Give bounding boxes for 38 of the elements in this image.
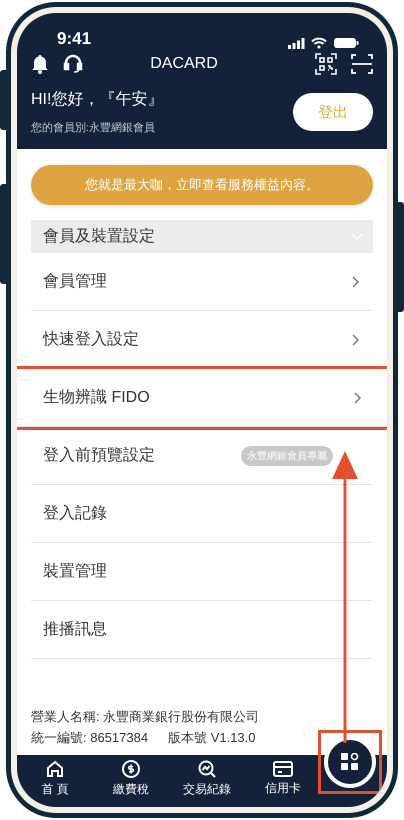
menu-item[interactable]: 生物辨識 FIDO — [17, 369, 387, 427]
menu-item-label: 登入前預覽設定 — [43, 446, 156, 466]
tab-bar-item[interactable]: 交易紀錄 — [169, 760, 245, 798]
menu-item[interactable]: 裝置管理 — [31, 543, 373, 601]
headset-icon[interactable] — [63, 54, 83, 74]
signal-icon — [288, 38, 305, 48]
menu-item-label: 推播訊息 — [43, 620, 108, 640]
tab-bar-item[interactable]: 首 頁 — [17, 760, 93, 798]
grid-icon — [341, 753, 359, 771]
member-type-text: 您的會員別:永豐網銀會員 — [31, 120, 156, 135]
greeting-text: HI!您好，『午安』 — [31, 90, 164, 110]
tab-bar-item[interactable]: 繳費稅 — [93, 760, 169, 798]
menu-item-label: 會員管理 — [43, 272, 108, 292]
company-name: 營業人名稱: 永豐商業銀行股份有限公司 — [31, 708, 260, 726]
scan-icon[interactable] — [351, 54, 373, 74]
app-title: DACARD — [149, 55, 219, 73]
version-number: 版本號 V1.13.0 — [168, 729, 256, 747]
menu-item-label: 登入記錄 — [43, 504, 108, 524]
tab-bar-item[interactable]: 信用卡 — [245, 761, 321, 797]
credit-card-icon — [273, 761, 293, 777]
menu-item-label: 裝置管理 — [43, 562, 108, 582]
battery-icon — [333, 37, 359, 49]
dollar-icon — [122, 760, 140, 778]
qr-code-icon[interactable] — [315, 53, 337, 75]
menu-item[interactable]: 快速登入設定 — [31, 311, 373, 369]
menu-item[interactable]: 推播訊息 — [31, 601, 373, 659]
section-header[interactable]: 會員及裝置設定 — [31, 220, 373, 253]
section-title: 會員及裝置設定 — [43, 226, 155, 247]
menu-item-label: 生物辨識 FIDO — [43, 388, 151, 408]
home-icon — [46, 760, 64, 778]
menu-item-label: 快速登入設定 — [43, 330, 140, 350]
bell-icon[interactable] — [31, 54, 49, 74]
chart-search-icon — [198, 760, 216, 778]
menu-item[interactable]: 登入記錄 — [31, 485, 373, 543]
status-time: 9:41 — [57, 29, 92, 49]
tax-id: 統一編號: 86517384 — [31, 729, 148, 747]
menu-item[interactable]: 會員管理 — [31, 253, 373, 311]
wifi-icon — [311, 37, 327, 49]
